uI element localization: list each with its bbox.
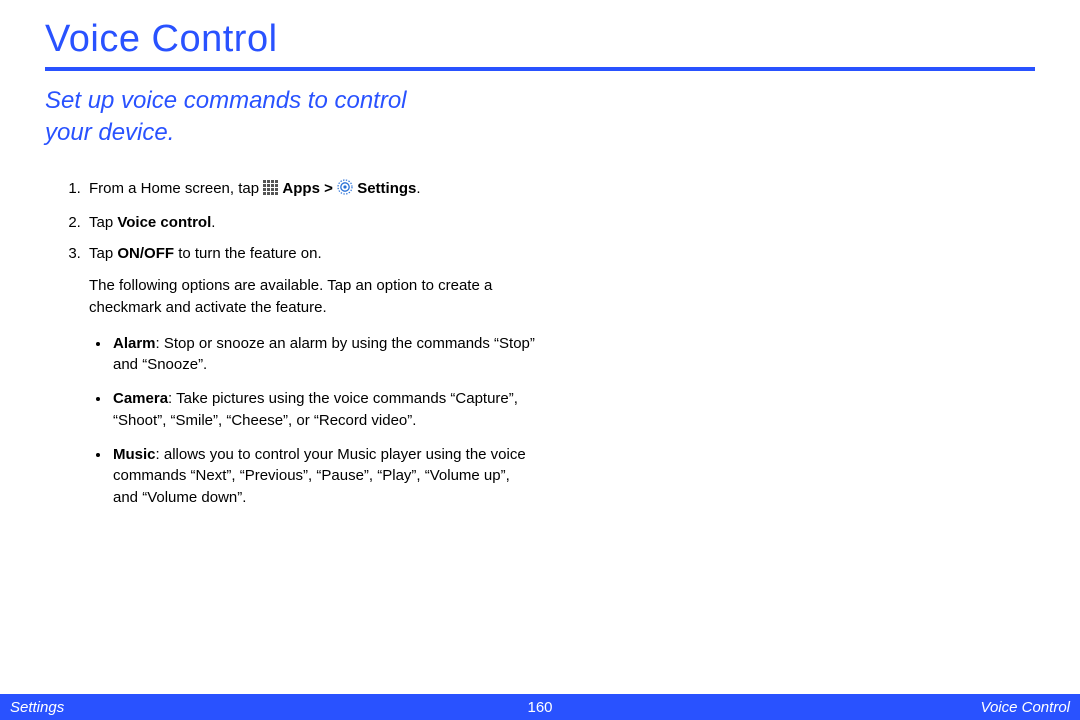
steps-list: From a Home screen, tap Apps > Settings.…	[45, 178, 535, 265]
subtitle-line-2: your device.	[45, 119, 174, 146]
step-3-bold: ON/OFF	[117, 245, 174, 262]
step-3-prefix: Tap	[89, 245, 117, 262]
option-alarm-label: Alarm	[113, 335, 156, 352]
footer-topic-label: Voice Control	[580, 699, 1080, 716]
step-2-prefix: Tap	[89, 214, 117, 231]
option-music: Music: allows you to control your Music …	[111, 444, 535, 509]
step-1-prefix: From a Home screen, tap	[89, 180, 263, 197]
page-subtitle: Set up voice commands to control your de…	[45, 85, 1035, 150]
option-camera-label: Camera	[113, 390, 168, 407]
footer-section-label: Settings	[0, 699, 500, 716]
step-1-settings: Settings	[357, 180, 416, 197]
step-1-separator: >	[320, 180, 337, 197]
option-alarm-text: : Stop or snooze an alarm by using the c…	[113, 335, 535, 374]
step-1: From a Home screen, tap Apps > Settings.	[85, 178, 535, 202]
option-alarm: Alarm: Stop or snooze an alarm by using …	[111, 333, 535, 377]
content-column: From a Home screen, tap Apps > Settings.…	[45, 178, 535, 509]
step-1-period: .	[416, 180, 420, 197]
option-music-text: : allows you to control your Music playe…	[113, 446, 526, 507]
option-camera: Camera: Take pictures using the voice co…	[111, 388, 535, 432]
options-list: Alarm: Stop or snooze an alarm by using …	[89, 333, 535, 509]
option-camera-text: : Take pictures using the voice commands…	[113, 390, 518, 429]
page-footer: Settings 160 Voice Control	[0, 694, 1080, 720]
option-music-label: Music	[113, 446, 156, 463]
step-3-suffix: to turn the feature on.	[174, 245, 322, 262]
page-title: Voice Control	[45, 18, 1035, 61]
step-3: Tap ON/OFF to turn the feature on.	[85, 243, 535, 265]
title-divider	[45, 67, 1035, 71]
options-intro: The following options are available. Tap…	[89, 275, 535, 319]
apps-grid-icon	[263, 180, 278, 202]
step-2-bold: Voice control	[117, 214, 211, 231]
step-2: Tap Voice control.	[85, 212, 535, 234]
subtitle-line-1: Set up voice commands to control	[45, 87, 407, 114]
settings-gear-icon	[337, 179, 353, 202]
footer-page-number: 160	[500, 699, 580, 716]
step-1-apps: Apps	[282, 180, 320, 197]
step-2-period: .	[211, 214, 215, 231]
